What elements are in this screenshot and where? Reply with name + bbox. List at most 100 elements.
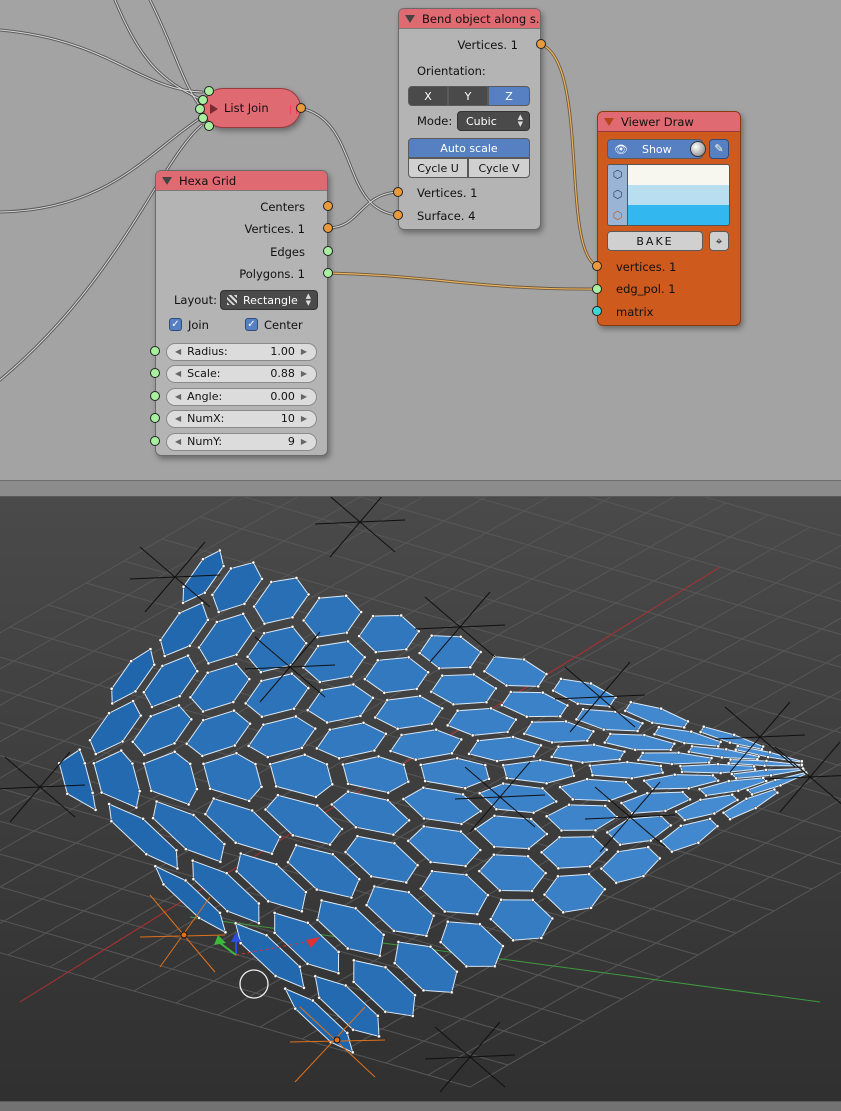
- center-checkbox[interactable]: ✓: [245, 318, 258, 331]
- increment-arrow-icon[interactable]: ▶: [301, 434, 307, 450]
- polygons-output-socket[interactable]: [323, 268, 333, 278]
- hex-face[interactable]: [402, 787, 482, 825]
- hex-face[interactable]: [143, 751, 198, 806]
- hex-face[interactable]: [344, 835, 419, 883]
- hex-face[interactable]: [419, 635, 482, 669]
- hexagon-mesh[interactable]: [57, 548, 809, 1055]
- collapse-triangle-icon[interactable]: [210, 104, 218, 114]
- radius-field[interactable]: ◀ Radius: 1.00 ▶: [166, 343, 317, 361]
- vertices-output-socket[interactable]: [323, 223, 333, 233]
- numy-input-socket[interactable]: [150, 436, 160, 446]
- increment-arrow-icon[interactable]: ▶: [301, 344, 307, 360]
- cycle-v-toggle[interactable]: Cycle V: [468, 158, 530, 178]
- bend-vertices-output-socket[interactable]: [536, 39, 546, 49]
- list-join-input-socket[interactable]: [204, 86, 214, 96]
- target-button[interactable]: ⌖: [709, 231, 729, 251]
- hex-face[interactable]: [420, 757, 490, 789]
- viewer-node-header[interactable]: Viewer Draw: [598, 112, 740, 132]
- bend-surface-input-socket[interactable]: [393, 210, 403, 220]
- 3d-viewport[interactable]: [0, 497, 841, 1101]
- hex-face[interactable]: [637, 752, 713, 765]
- list-join-node[interactable]: List Join: [203, 88, 301, 128]
- collapse-triangle-icon[interactable]: [405, 14, 415, 23]
- hex-face[interactable]: [483, 656, 548, 687]
- viewer-draw-node[interactable]: Viewer Draw 👁 Show ✎ ⬡ ⬡ ⬡ BAKE ⌖ vertic…: [597, 111, 741, 326]
- edges-output-socket[interactable]: [323, 246, 333, 256]
- hex-face[interactable]: [478, 783, 557, 814]
- hex-face[interactable]: [543, 873, 606, 913]
- hex-face[interactable]: [202, 752, 263, 802]
- numx-field[interactable]: ◀ NumX: 10 ▶: [166, 410, 317, 428]
- hex-face[interactable]: [474, 815, 548, 850]
- shading-sphere-icon[interactable]: [690, 141, 706, 157]
- hex-face[interactable]: [186, 710, 251, 757]
- increment-arrow-icon[interactable]: ▶: [301, 366, 307, 382]
- collapse-triangle-icon[interactable]: [604, 117, 614, 126]
- hex-face[interactable]: [247, 715, 316, 758]
- list-join-output-socket[interactable]: [296, 103, 306, 113]
- viewport-canvas[interactable]: [0, 497, 841, 1101]
- show-toggle[interactable]: 👁 Show: [607, 139, 703, 159]
- hex-face[interactable]: [316, 722, 387, 759]
- hex-face[interactable]: [245, 673, 309, 718]
- axis-y-button[interactable]: Y: [448, 86, 488, 106]
- hex-face[interactable]: [364, 656, 429, 694]
- vertex-dot: [109, 819, 114, 824]
- centers-output-socket[interactable]: [323, 201, 333, 211]
- increment-arrow-icon[interactable]: ▶: [301, 389, 307, 405]
- hex-face[interactable]: [501, 691, 569, 718]
- hexa-grid-node[interactable]: Hexa Grid Centers Vertices. 1 Edges Poly…: [155, 170, 328, 456]
- auto-scale-toggle[interactable]: Auto scale: [408, 138, 530, 158]
- bend-node-header[interactable]: Bend object along s...: [399, 9, 540, 29]
- viewer-matrix-socket[interactable]: [592, 306, 602, 316]
- hex-face[interactable]: [189, 663, 250, 713]
- hex-face[interactable]: [342, 755, 409, 794]
- bend-vertices-input-socket[interactable]: [393, 187, 403, 197]
- hex-face[interactable]: [303, 595, 362, 638]
- hex-face[interactable]: [358, 614, 420, 653]
- node-editor[interactable]: List Join Bend object along s... Vertice…: [0, 0, 841, 480]
- hex-face[interactable]: [502, 759, 575, 784]
- object-origin-dot[interactable]: [333, 1036, 341, 1044]
- hex-face[interactable]: [490, 899, 553, 941]
- list-join-input-socket[interactable]: [204, 121, 214, 131]
- hex-face[interactable]: [253, 577, 310, 625]
- mode-dropdown[interactable]: Cubic ▲ ▼: [457, 111, 530, 131]
- object-origin-dot[interactable]: [180, 931, 188, 939]
- hex-face[interactable]: [550, 744, 626, 763]
- hex-face[interactable]: [420, 870, 489, 915]
- axis-z-button[interactable]: Z: [488, 86, 530, 106]
- join-checkbox[interactable]: ✓: [169, 318, 182, 331]
- hex-face[interactable]: [468, 736, 542, 762]
- vertex-dot: [336, 971, 341, 975]
- cycle-u-toggle[interactable]: Cycle U: [408, 158, 468, 178]
- hex-face[interactable]: [132, 704, 192, 756]
- numy-field[interactable]: ◀ NumY: 9 ▶: [166, 433, 317, 451]
- hex-face[interactable]: [478, 854, 547, 892]
- hexa-node-header[interactable]: Hexa Grid: [156, 171, 327, 191]
- angle-field[interactable]: ◀ Angle: 0.00 ▶: [166, 388, 317, 406]
- layout-dropdown[interactable]: Rectangle ▲ ▼: [220, 290, 318, 310]
- area-splitter[interactable]: [0, 480, 841, 497]
- hex-face[interactable]: [589, 761, 664, 779]
- collapse-triangle-icon[interactable]: [162, 176, 172, 185]
- axis-x-button[interactable]: X: [408, 86, 448, 106]
- bake-button[interactable]: BAKE: [607, 231, 703, 251]
- vertex-dot: [153, 864, 158, 869]
- scale-input-socket[interactable]: [150, 368, 160, 378]
- scale-field[interactable]: ◀ Scale: 0.88 ▶: [166, 365, 317, 383]
- hex-face[interactable]: [247, 626, 307, 673]
- radius-input-socket[interactable]: [150, 346, 160, 356]
- hex-face[interactable]: [540, 836, 608, 869]
- cursor-toggle-button[interactable]: ✎: [709, 139, 729, 159]
- hex-face[interactable]: [93, 750, 141, 809]
- viewer-vertices-socket[interactable]: [592, 261, 602, 271]
- increment-arrow-icon[interactable]: ▶: [301, 411, 307, 427]
- bend-object-node[interactable]: Bend object along s... Vertices. 1 Orien…: [398, 8, 541, 230]
- hex-face[interactable]: [407, 825, 481, 867]
- numx-input-socket[interactable]: [150, 413, 160, 423]
- angle-input-socket[interactable]: [150, 391, 160, 401]
- hex-face[interactable]: [430, 674, 497, 705]
- viewer-edgpol-socket[interactable]: [592, 284, 602, 294]
- hex-face[interactable]: [600, 846, 661, 884]
